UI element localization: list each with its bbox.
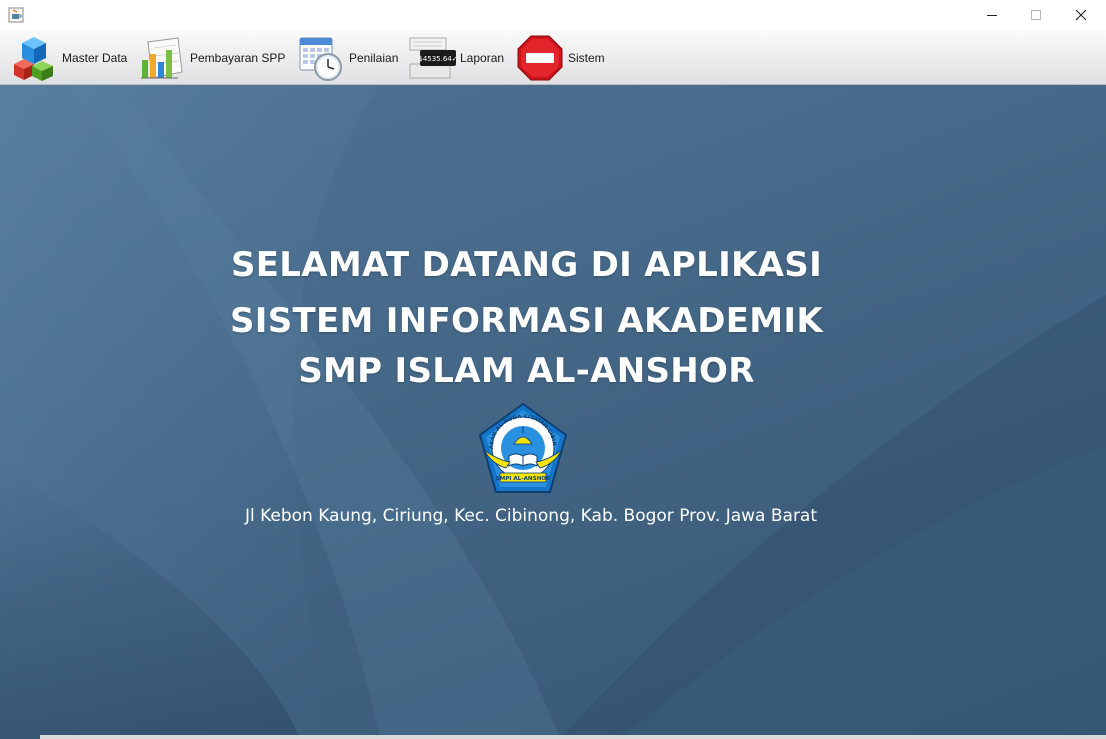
sistem-label: Sistem — [568, 50, 605, 65]
pembayaran-spp-label: Pembayaran SPP — [190, 50, 286, 65]
welcome-title-line-2: SISTEM INFORMASI AKADEMIK — [229, 301, 823, 341]
window-bottom-edge — [40, 735, 1106, 739]
close-icon — [1075, 9, 1087, 21]
school-address: Jl Kebon Kaung, Ciriung, Kec. Cibinong, … — [244, 506, 818, 526]
welcome-title-line-3: SMP ISLAM AL-ANSHOR — [298, 351, 755, 391]
desktop-pane: SELAMAT DATANG DI APLIKASI SISTEM INFORM… — [0, 85, 1106, 739]
maximize-icon — [1031, 10, 1041, 20]
cubes-icon — [14, 36, 53, 81]
master-data-button[interactable]: Master Data — [10, 30, 127, 85]
main-toolbar: Master Data Pembayaran SPP Penilaian $45… — [0, 30, 1106, 85]
pembayaran-spp-button[interactable]: Pembayaran SPP — [138, 30, 285, 85]
java-cup-icon — [8, 7, 24, 23]
minimize-button[interactable] — [969, 0, 1015, 30]
bar-chart-icon — [141, 36, 183, 79]
laporan-button[interactable]: $4535.64✓ Laporan — [408, 30, 504, 85]
penilaian-button[interactable]: Penilaian — [297, 30, 398, 85]
calculator-display-icon: $4535.64✓ — [409, 37, 456, 78]
close-button[interactable] — [1058, 0, 1104, 30]
school-logo: YAYASAN AL-HUDA CITATAH CIBINONG SMPI AL… — [476, 402, 568, 493]
logo-banner-text: SMPI AL-ANSHOR — [496, 476, 551, 482]
maximize-button[interactable] — [1013, 0, 1059, 30]
penilaian-label: Penilaian — [349, 50, 399, 65]
minimize-icon — [987, 15, 997, 16]
welcome-title-line-1: SELAMAT DATANG DI APLIKASI — [230, 245, 823, 285]
sistem-button[interactable]: Sistem — [516, 30, 605, 85]
laporan-label: Laporan — [460, 50, 505, 65]
stop-sign-icon — [517, 35, 563, 80]
calendar-clock-icon — [299, 37, 342, 81]
window-title-bar — [0, 0, 1106, 30]
calculator-display-text: $4535.64✓ — [418, 55, 456, 63]
master-data-label: Master Data — [62, 50, 128, 65]
